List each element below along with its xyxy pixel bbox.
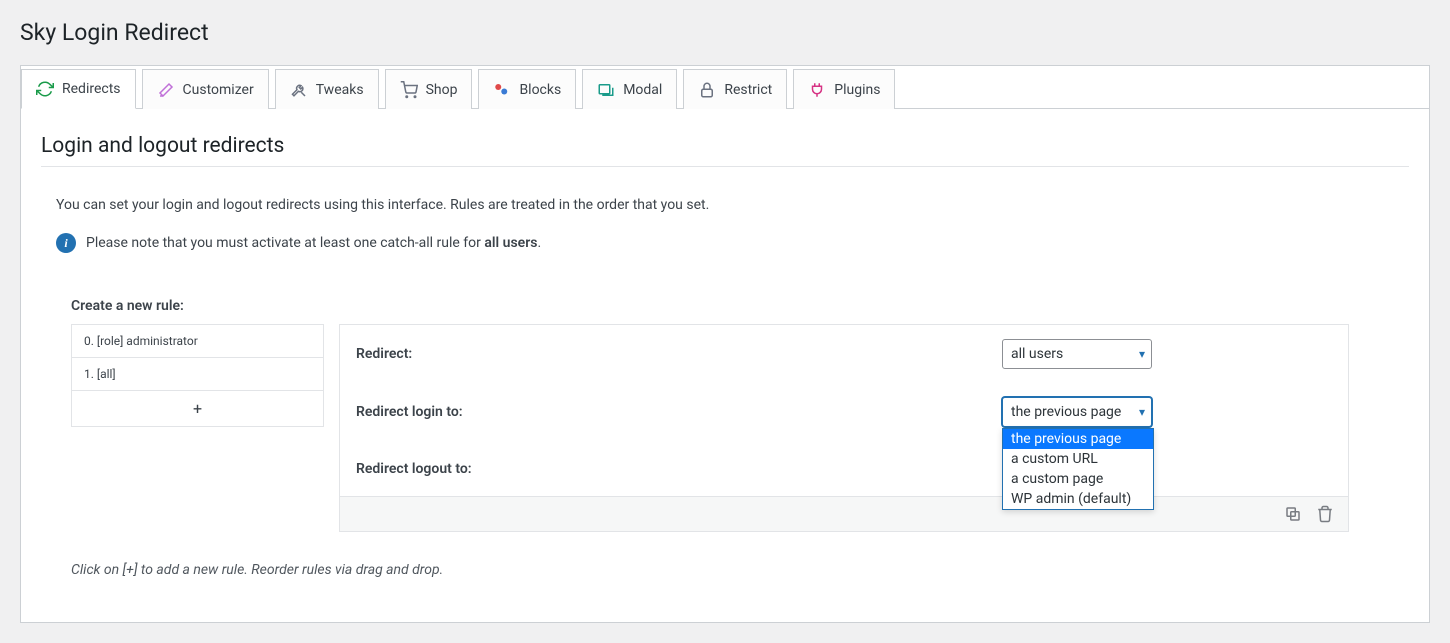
plug-icon (808, 81, 826, 99)
tab-label: Tweaks (316, 82, 364, 98)
info-row: i Please note that you must activate at … (56, 233, 1409, 253)
tab-label: Blocks (519, 82, 561, 98)
tab-label: Plugins (834, 82, 880, 98)
rule-item-0[interactable]: 0. [role] administrator (72, 325, 323, 358)
dropdown-option-previous-page[interactable]: the previous page (1003, 429, 1153, 449)
section-divider (41, 166, 1409, 167)
dropdown-option-custom-page[interactable]: a custom page (1003, 469, 1153, 489)
chevron-down-icon: ▾ (1139, 347, 1145, 361)
tab-plugins[interactable]: Plugins (793, 69, 895, 109)
config-row-login: Redirect login to: the previous page ▾ t… (340, 383, 1348, 441)
tab-restrict[interactable]: Restrict (683, 69, 787, 109)
hint-text: Click on [+] to add a new rule. Reorder … (71, 562, 1349, 578)
trash-icon[interactable] (1316, 505, 1334, 523)
config-row-logout: Redirect logout to: (340, 441, 1348, 496)
settings-card: Redirects Customizer Tweaks Shop (20, 65, 1430, 623)
tab-label: Modal (623, 82, 662, 98)
rule-item-1[interactable]: 1. [all] (72, 358, 323, 391)
add-rule-button[interactable]: + (72, 391, 323, 426)
redirect-select-wrap: all users ▾ (1002, 339, 1152, 369)
config-footer (340, 496, 1348, 531)
dropdown-option-wp-admin[interactable]: WP admin (default) (1003, 489, 1153, 509)
intro-text: You can set your login and logout redire… (56, 197, 1409, 213)
login-select[interactable]: the previous page ▾ (1002, 397, 1152, 427)
copy-icon[interactable] (1284, 505, 1302, 523)
tab-label: Customizer (183, 82, 254, 98)
page-title: Sky Login Redirect (20, 10, 1430, 50)
redirect-select[interactable]: all users ▾ (1002, 339, 1152, 369)
tab-label: Shop (426, 82, 458, 98)
create-rule-heading: Create a new rule: (71, 298, 1349, 314)
login-dropdown: the previous page a custom URL a custom … (1002, 428, 1154, 510)
rule-config: Redirect: all users ▾ Redirect login to: (339, 324, 1349, 532)
notice-text: Please note that you must activate at le… (86, 235, 541, 251)
tab-shop[interactable]: Shop (385, 69, 473, 109)
tab-customizer[interactable]: Customizer (142, 69, 269, 109)
config-row-redirect: Redirect: all users ▾ (340, 325, 1348, 383)
tab-blocks[interactable]: Blocks (478, 69, 576, 109)
modal-icon (597, 81, 615, 99)
logout-label: Redirect logout to: (356, 461, 1002, 477)
tab-label: Restrict (724, 82, 772, 98)
blocks-icon (493, 81, 511, 99)
tab-modal[interactable]: Modal (582, 69, 677, 109)
tools-icon (290, 81, 308, 99)
rules-layout: 0. [role] administrator 1. [all] + Redir… (71, 324, 1349, 532)
tabs-row: Redirects Customizer Tweaks Shop (21, 66, 1429, 109)
tab-redirects[interactable]: Redirects (21, 69, 136, 109)
tab-label: Redirects (62, 81, 121, 97)
rule-list: 0. [role] administrator 1. [all] + (71, 324, 324, 427)
paintbrush-icon (157, 81, 175, 99)
refresh-icon (36, 80, 54, 98)
rule-area: Create a new rule: 0. [role] administrat… (41, 278, 1409, 578)
redirect-label: Redirect: (356, 346, 1002, 362)
card-body: Login and logout redirects You can set y… (21, 109, 1429, 622)
info-icon: i (56, 233, 76, 253)
section-title: Login and logout redirects (41, 134, 1409, 158)
tab-tweaks[interactable]: Tweaks (275, 69, 379, 109)
lock-icon (698, 81, 716, 99)
cart-icon (400, 81, 418, 99)
chevron-down-icon: ▾ (1139, 405, 1145, 419)
dropdown-option-custom-url[interactable]: a custom URL (1003, 449, 1153, 469)
login-label: Redirect login to: (356, 404, 1002, 420)
login-select-wrap: the previous page ▾ the previous page a … (1002, 397, 1152, 427)
